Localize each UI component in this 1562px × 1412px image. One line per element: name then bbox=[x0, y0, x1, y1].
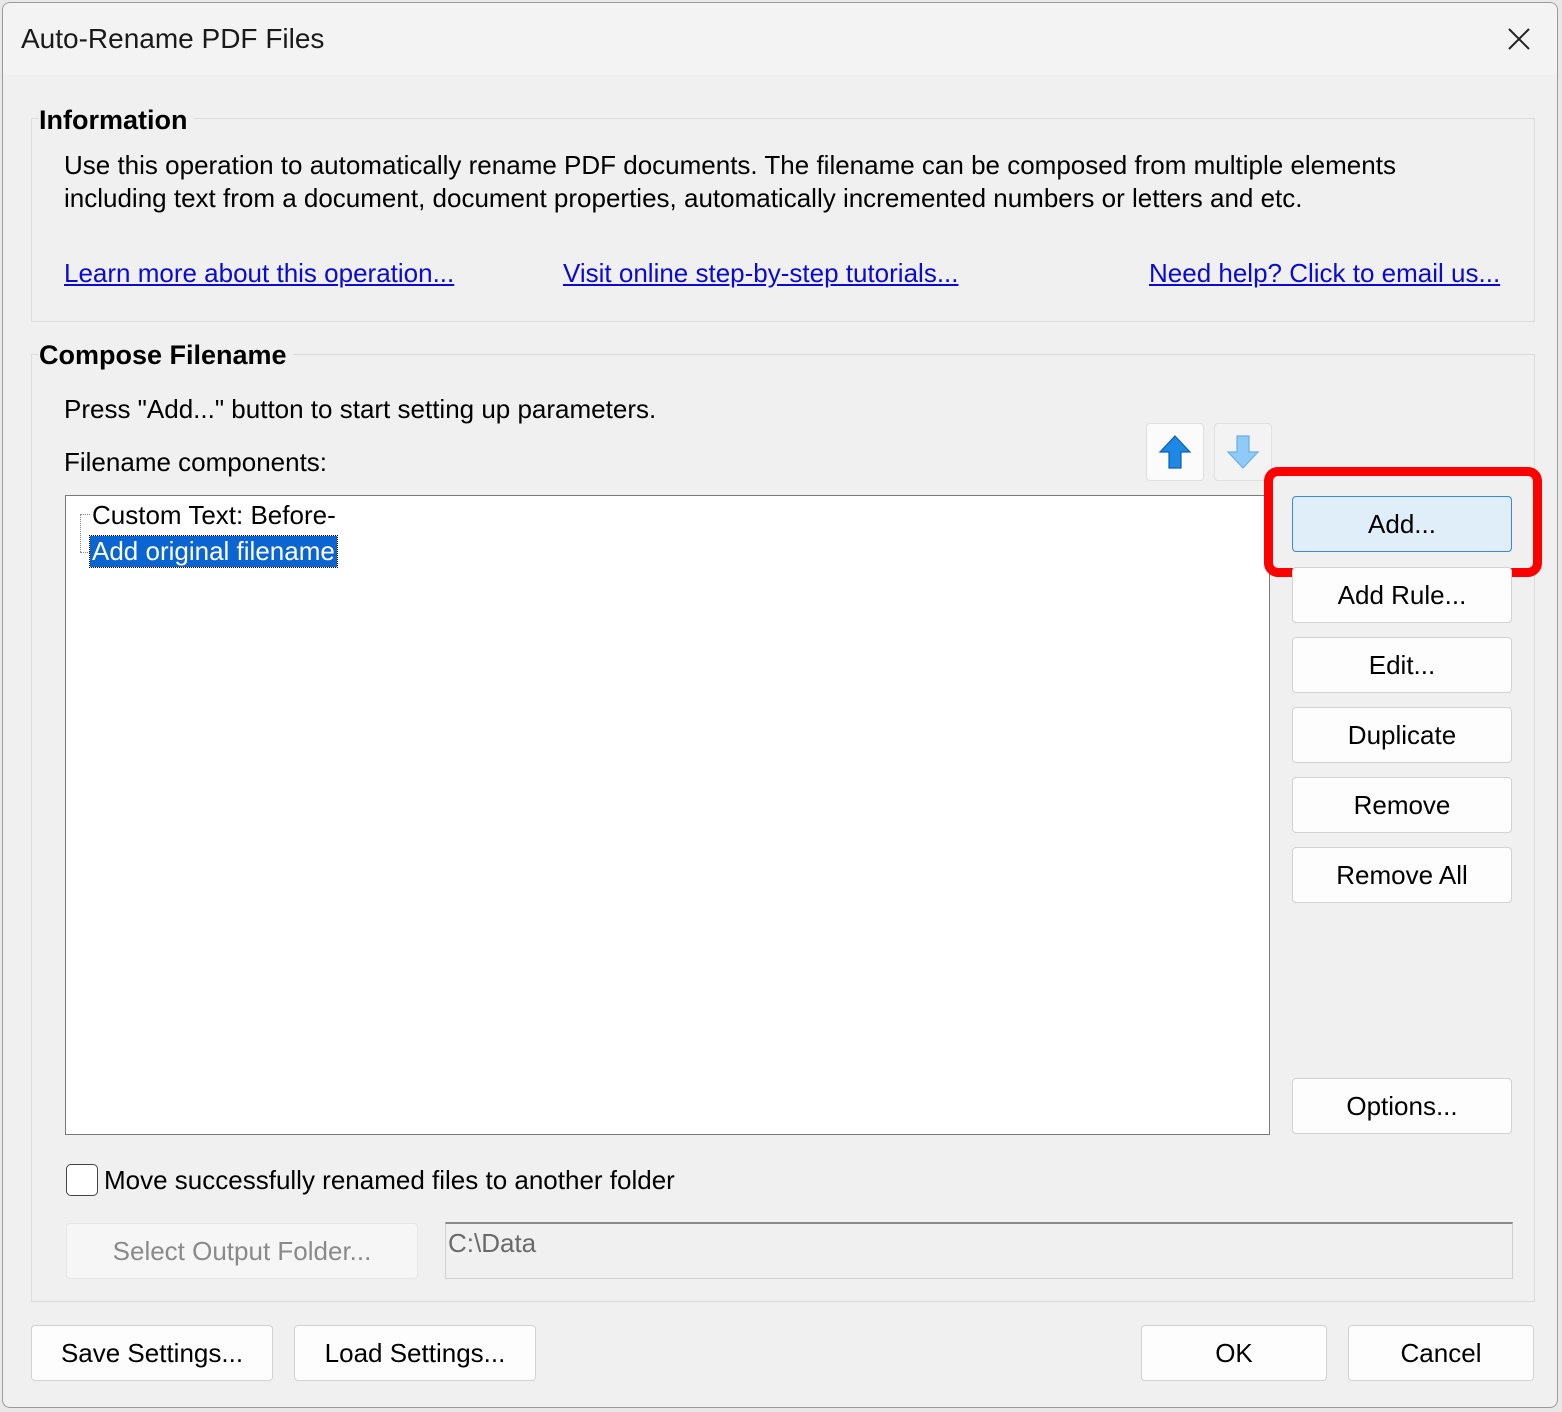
arrow-down-icon bbox=[1226, 435, 1260, 469]
save-settings-button[interactable]: Save Settings... bbox=[31, 1325, 273, 1381]
information-group bbox=[31, 118, 1535, 322]
arrow-up-icon bbox=[1158, 435, 1192, 469]
ok-button[interactable]: OK bbox=[1141, 1325, 1327, 1381]
move-down-button[interactable] bbox=[1214, 423, 1272, 481]
auto-rename-dialog: Auto-Rename PDF Files Information Use th… bbox=[2, 2, 1558, 1408]
title-bar: Auto-Rename PDF Files bbox=[3, 3, 1557, 75]
tree-connector bbox=[80, 514, 90, 515]
cancel-button[interactable]: Cancel bbox=[1348, 1325, 1534, 1381]
move-up-button[interactable] bbox=[1146, 423, 1204, 481]
duplicate-button[interactable]: Duplicate bbox=[1292, 707, 1512, 763]
tutorials-link[interactable]: Visit online step-by-step tutorials... bbox=[563, 258, 958, 289]
filename-components-list[interactable]: Custom Text: Before- Add original filena… bbox=[65, 495, 1270, 1135]
information-description-line2: including text from a document, document… bbox=[64, 183, 1303, 213]
add-rule-button[interactable]: Add Rule... bbox=[1292, 567, 1512, 623]
remove-button[interactable]: Remove bbox=[1292, 777, 1512, 833]
edit-button[interactable]: Edit... bbox=[1292, 637, 1512, 693]
window-title: Auto-Rename PDF Files bbox=[21, 23, 325, 54]
filename-components-label: Filename components: bbox=[64, 447, 328, 477]
options-button[interactable]: Options... bbox=[1292, 1078, 1512, 1134]
compose-hint: Press "Add..." button to start setting u… bbox=[64, 394, 657, 424]
close-icon bbox=[1508, 28, 1530, 50]
compose-filename-heading: Compose Filename bbox=[39, 340, 293, 371]
information-description-line1: Use this operation to automatically rena… bbox=[64, 150, 1396, 180]
list-item[interactable]: Custom Text: Before- bbox=[90, 500, 338, 531]
list-item[interactable]: Add original filename bbox=[89, 535, 338, 568]
information-heading: Information bbox=[39, 105, 194, 136]
remove-all-button[interactable]: Remove All bbox=[1292, 847, 1512, 903]
tree-connector bbox=[80, 552, 90, 553]
move-files-checkbox[interactable] bbox=[66, 1164, 98, 1196]
output-folder-field[interactable]: C:\Data bbox=[445, 1222, 1513, 1279]
load-settings-button[interactable]: Load Settings... bbox=[294, 1325, 536, 1381]
learn-more-link[interactable]: Learn more about this operation... bbox=[64, 258, 454, 289]
tree-connector bbox=[80, 514, 81, 552]
move-files-checkbox-label[interactable]: Move successfully renamed files to anoth… bbox=[104, 1165, 675, 1196]
add-button[interactable]: Add... bbox=[1292, 496, 1512, 552]
select-output-folder-button[interactable]: Select Output Folder... bbox=[66, 1223, 418, 1279]
help-email-link[interactable]: Need help? Click to email us... bbox=[1149, 258, 1500, 289]
close-button[interactable] bbox=[1493, 15, 1545, 63]
